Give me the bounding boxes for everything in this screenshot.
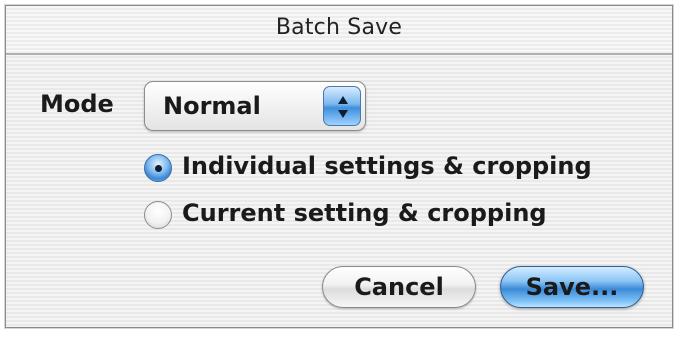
radio-individual-label: Individual settings & cropping — [182, 152, 592, 180]
radio-current-setting[interactable]: Current setting & cropping — [144, 199, 584, 233]
title-bar[interactable]: Batch Save — [6, 6, 672, 55]
updown-arrows-icon — [323, 86, 361, 126]
radio-selected-icon[interactable] — [144, 154, 172, 182]
dialog-title: Batch Save — [275, 15, 403, 40]
cancel-button[interactable]: Cancel — [322, 266, 476, 308]
mode-label: Mode — [40, 90, 114, 118]
save-button[interactable]: Save... — [500, 266, 644, 308]
mode-selected-value: Normal — [163, 92, 261, 120]
mode-popup-menu[interactable]: Normal — [144, 81, 366, 131]
radio-current-label: Current setting & cropping — [182, 199, 547, 227]
radio-unselected-icon[interactable] — [144, 201, 172, 229]
batch-save-dialog: Batch Save Mode Normal Individual settin… — [5, 5, 673, 328]
radio-individual-settings[interactable]: Individual settings & cropping — [144, 152, 624, 186]
